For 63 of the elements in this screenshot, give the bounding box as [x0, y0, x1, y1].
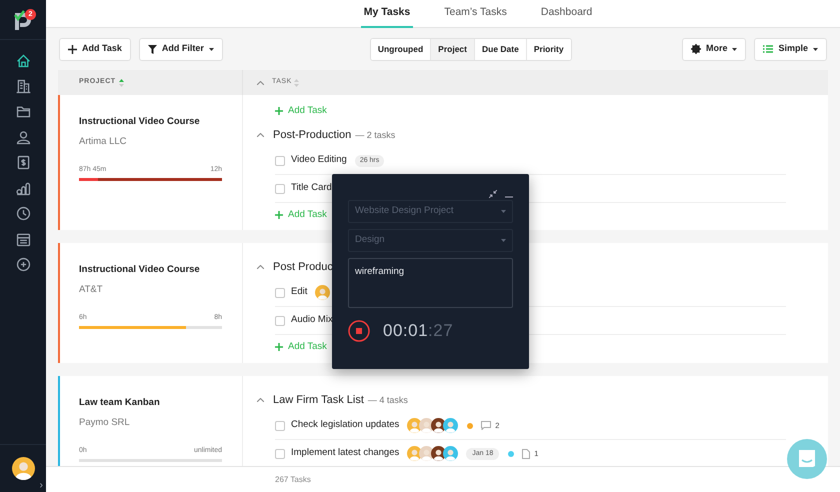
more-button[interactable]: More	[682, 38, 746, 60]
tab[interactable]: Dashboard	[538, 0, 596, 28]
plus-icon	[68, 44, 77, 54]
client-name: Paymo SRL	[79, 416, 131, 430]
caret-icon	[813, 48, 818, 50]
logo-icon	[14, 8, 32, 30]
user-avatar[interactable]	[12, 457, 34, 480]
plus-icon	[275, 107, 283, 115]
home-icon	[14, 52, 32, 70]
task-name[interactable]: Audio Mix	[291, 313, 333, 328]
task-count: — 4 tasks	[368, 394, 408, 407]
caret-icon	[208, 48, 214, 50]
task-count: — 2 tasks	[355, 128, 396, 142]
plus-icon	[275, 211, 283, 219]
description-field[interactable]: wireframing	[348, 258, 513, 308]
collapse-icon[interactable]	[257, 80, 264, 84]
task-name[interactable]: Implement latest changes	[291, 446, 400, 461]
tab[interactable]: My Tasks	[360, 0, 414, 28]
task-checkbox[interactable]	[275, 316, 285, 326]
file-icon	[522, 448, 530, 458]
task-checkbox[interactable]	[275, 156, 285, 166]
client-name: AT&T	[79, 283, 104, 298]
filter-icon	[148, 44, 157, 54]
building-icon	[14, 78, 32, 95]
project-name[interactable]: Law team Kanban	[79, 396, 222, 410]
list-icon	[763, 45, 774, 53]
project-name[interactable]: Instructional Video Course	[79, 115, 222, 130]
task-checkbox[interactable]	[275, 420, 285, 430]
add-filter-button[interactable]: Add Filter	[138, 38, 223, 60]
collapse-icon[interactable]	[257, 133, 264, 137]
grouping-option[interactable]: Project	[430, 38, 474, 60]
expand-button[interactable]: ›	[40, 480, 43, 492]
collapse-arrows-icon[interactable]	[489, 190, 497, 198]
view-button[interactable]: Simple	[754, 38, 827, 60]
task-checkbox[interactable]	[275, 288, 285, 298]
add-circle-icon	[14, 256, 32, 274]
add-task-button[interactable]: Add Task	[59, 38, 131, 60]
stop-button[interactable]	[348, 320, 370, 342]
settings-icon	[690, 44, 701, 54]
section-title[interactable]: Law Firm Task List	[273, 392, 364, 408]
task-total: 267 Tasks	[275, 474, 311, 486]
task-name[interactable]: Title Card	[291, 181, 332, 196]
task-name[interactable]: Video Editing	[291, 153, 347, 168]
client-name: Artima LLC	[79, 135, 128, 150]
collapse-icon[interactable]	[257, 398, 264, 402]
section-title[interactable]: Post-Production	[273, 126, 352, 144]
clock-icon	[14, 205, 32, 222]
sort-icon	[294, 78, 299, 86]
plus-icon	[275, 343, 283, 351]
caret-icon	[732, 48, 738, 50]
user-icon	[14, 128, 32, 146]
task-name[interactable]: Check legislation updates	[291, 418, 400, 433]
comment-icon	[481, 421, 492, 430]
caret-icon	[501, 210, 506, 213]
task-name[interactable]: Edit	[291, 285, 308, 300]
section-title[interactable]: Post Produc	[273, 258, 333, 276]
task-checkbox[interactable]	[275, 448, 285, 458]
project-name[interactable]: Instructional Video Course	[79, 263, 222, 278]
grouping-option[interactable]: Priority	[526, 38, 571, 60]
collapse-icon[interactable]	[257, 265, 264, 269]
task-checkbox[interactable]	[275, 184, 285, 194]
tab[interactable]: Team’s Tasks	[441, 0, 510, 28]
sort-icon	[118, 78, 124, 86]
